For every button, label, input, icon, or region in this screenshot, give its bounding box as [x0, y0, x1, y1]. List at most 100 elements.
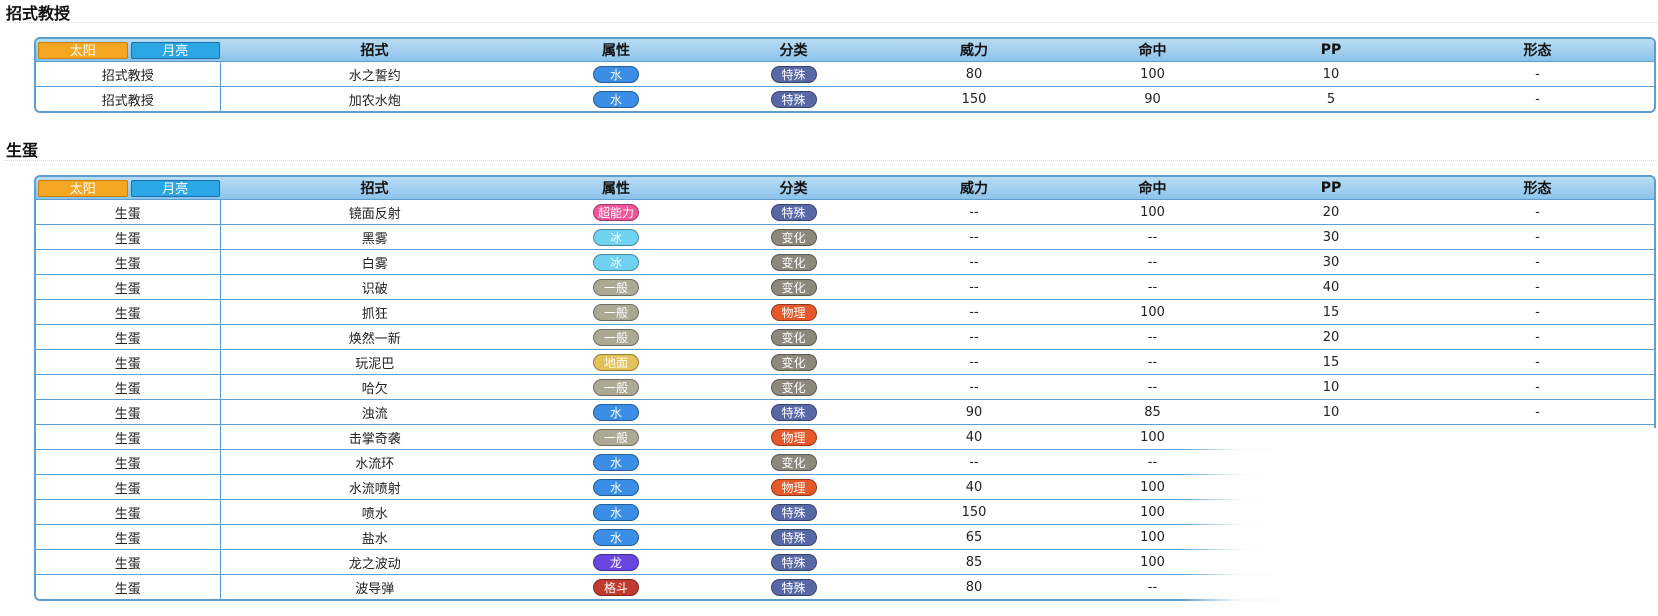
- category-badge[interactable]: 变化: [770, 228, 817, 246]
- move-name-link[interactable]: 击掌奇袭: [349, 432, 401, 447]
- form-value: -: [1535, 66, 1540, 82]
- column-header-category[interactable]: 分类: [703, 39, 884, 62]
- category-badge[interactable]: 变化: [770, 278, 817, 296]
- move-cell: 水流环: [220, 449, 529, 475]
- move-name-link[interactable]: 焕然一新: [349, 332, 401, 347]
- column-header-move[interactable]: 招式: [220, 39, 529, 62]
- form-cell: -: [1421, 86, 1654, 111]
- tab-sun[interactable]: 太阳: [38, 41, 128, 59]
- type-badge[interactable]: 冰: [593, 228, 639, 246]
- accuracy-value: --: [1147, 354, 1158, 370]
- column-header-power[interactable]: 威力: [884, 177, 1064, 200]
- column-header-type[interactable]: 属性: [529, 39, 703, 62]
- type-badge[interactable]: 一般: [593, 378, 639, 396]
- type-badge[interactable]: 一般: [593, 428, 639, 446]
- type-badge[interactable]: 水: [593, 503, 639, 521]
- move-name-link[interactable]: 水流喷射: [349, 482, 401, 497]
- column-header-category[interactable]: 分类: [703, 177, 884, 200]
- column-header-accuracy[interactable]: 命中: [1064, 177, 1241, 200]
- pp-cell: [1241, 474, 1421, 500]
- move-name-link[interactable]: 波导弹: [355, 582, 394, 597]
- accuracy-value: 100: [1140, 66, 1165, 82]
- move-name-link[interactable]: 水之誓约: [349, 69, 401, 84]
- category-badge[interactable]: 变化: [770, 453, 817, 471]
- type-badge[interactable]: 水: [593, 65, 639, 83]
- category-badge[interactable]: 变化: [770, 253, 817, 271]
- tab-moon[interactable]: 月亮: [130, 179, 220, 197]
- category-badge[interactable]: 物理: [770, 478, 817, 496]
- form-value: -: [1535, 429, 1540, 445]
- type-badge[interactable]: 地面: [593, 353, 639, 371]
- column-header-pp[interactable]: PP: [1241, 39, 1421, 62]
- move-name-link[interactable]: 识破: [362, 282, 388, 297]
- type-badge[interactable]: 水: [593, 453, 639, 471]
- category-badge[interactable]: 变化: [770, 353, 817, 371]
- column-header-type[interactable]: 属性: [529, 177, 703, 200]
- move-name-link[interactable]: 喷水: [362, 507, 388, 522]
- category-badge[interactable]: 特殊: [770, 90, 817, 108]
- column-header-accuracy[interactable]: 命中: [1064, 39, 1241, 62]
- category-cell: 变化: [703, 274, 884, 300]
- form-value: -: [1535, 279, 1540, 295]
- category-badge[interactable]: 特殊: [770, 503, 817, 521]
- type-badge[interactable]: 冰: [593, 253, 639, 271]
- type-badge[interactable]: 水: [593, 478, 639, 496]
- accuracy-value: 100: [1140, 204, 1165, 220]
- move-cell: 焕然一新: [220, 324, 529, 350]
- type-badge[interactable]: 水: [593, 90, 639, 108]
- power-cell: --: [884, 324, 1064, 350]
- move-name-link[interactable]: 龙之波动: [349, 557, 401, 572]
- category-badge[interactable]: 物理: [770, 303, 817, 321]
- move-name-link[interactable]: 盐水: [362, 532, 388, 547]
- column-header-form[interactable]: 形态: [1421, 177, 1654, 200]
- category-badge[interactable]: 特殊: [770, 203, 817, 221]
- accuracy-value: --: [1147, 454, 1158, 470]
- column-header-pp[interactable]: PP: [1241, 177, 1421, 200]
- category-badge[interactable]: 特殊: [770, 65, 817, 83]
- method-cell: 生蛋: [36, 199, 221, 225]
- move-name-link[interactable]: 浊流: [362, 407, 388, 422]
- type-badge[interactable]: 水: [593, 403, 639, 421]
- power-value: 65: [965, 529, 983, 545]
- type-cell: 水: [529, 524, 703, 550]
- column-header-move[interactable]: 招式: [220, 177, 529, 200]
- type-badge[interactable]: 一般: [593, 278, 639, 296]
- power-value: --: [969, 454, 979, 470]
- method-cell: 生蛋: [114, 256, 141, 272]
- move-name-link[interactable]: 抓狂: [362, 307, 388, 322]
- column-header-form[interactable]: 形态: [1421, 39, 1654, 62]
- column-header-power[interactable]: 威力: [884, 39, 1064, 62]
- category-badge[interactable]: 物理: [770, 428, 817, 446]
- category-cell: 物理: [703, 299, 884, 325]
- category-badge[interactable]: 变化: [770, 328, 817, 346]
- category-badge[interactable]: 特殊: [770, 553, 817, 571]
- move-name-link[interactable]: 镜面反射: [349, 207, 401, 222]
- type-badge[interactable]: 一般: [593, 328, 639, 346]
- type-badge[interactable]: 水: [593, 528, 639, 546]
- type-badge[interactable]: 一般: [593, 303, 639, 321]
- category-badge[interactable]: 特殊: [770, 528, 817, 546]
- move-name-link[interactable]: 白雾: [362, 257, 388, 272]
- method-cell: 生蛋: [36, 374, 221, 400]
- move-name-link[interactable]: 黑雾: [362, 232, 388, 247]
- tab-moon[interactable]: 月亮: [130, 41, 220, 59]
- type-badge[interactable]: 龙: [593, 553, 639, 571]
- type-cell: 龙: [529, 549, 703, 575]
- category-cell: 特殊: [703, 574, 884, 599]
- category-badge[interactable]: 特殊: [770, 578, 817, 596]
- accuracy-value: 100: [1140, 429, 1165, 445]
- type-badge[interactable]: 超能力: [593, 203, 639, 221]
- game-tabs: 太阳 月亮: [36, 179, 220, 197]
- form-cell: [1421, 524, 1654, 550]
- move-name-link[interactable]: 加农水炮: [349, 94, 401, 109]
- move-name-link[interactable]: 玩泥巴: [355, 357, 394, 372]
- tab-sun[interactable]: 太阳: [38, 179, 128, 197]
- move-name-link[interactable]: 哈欠: [362, 382, 388, 397]
- move-cell: 盐水: [220, 524, 529, 550]
- type-badge[interactable]: 格斗: [593, 578, 639, 596]
- move-name-link[interactable]: 水流环: [355, 457, 394, 472]
- category-badge[interactable]: 变化: [770, 378, 817, 396]
- table-row: 生蛋 水流喷射 水 物理 40 100: [36, 474, 1654, 500]
- category-badge[interactable]: 特殊: [770, 403, 817, 421]
- form-value: -: [1535, 254, 1540, 270]
